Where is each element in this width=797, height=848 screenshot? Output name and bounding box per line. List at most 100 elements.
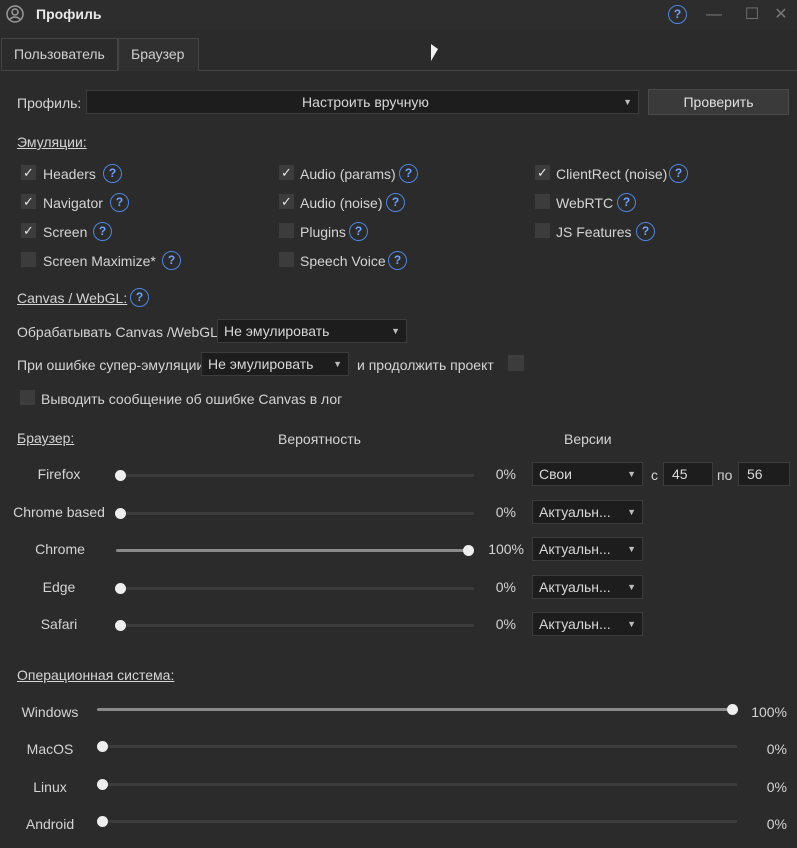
tab-user[interactable]: Пользователь xyxy=(1,38,118,71)
browser-version-value: Актуальн... xyxy=(539,541,611,557)
os-label: Linux xyxy=(33,779,67,795)
question-icon[interactable]: ? xyxy=(162,251,181,270)
continue-project-checkbox[interactable] xyxy=(507,354,525,372)
super-error-label: При ошибке супер-эмуляции xyxy=(17,357,205,373)
checkbox[interactable] xyxy=(20,251,37,268)
question-icon[interactable]: ? xyxy=(349,222,368,241)
browser-probability-slider[interactable] xyxy=(116,474,474,477)
browser-probability-slider[interactable] xyxy=(116,624,474,627)
super-error-select[interactable]: Не эмулировать ▼ xyxy=(201,352,349,376)
slider-handle[interactable] xyxy=(115,470,126,481)
chevron-down-icon: ▼ xyxy=(627,582,636,592)
slider-handle[interactable] xyxy=(97,779,108,790)
profile-select[interactable]: Настроить вручную ▼ xyxy=(86,90,639,114)
os-probability-slider[interactable] xyxy=(97,783,737,786)
os-probability-slider[interactable] xyxy=(97,745,737,748)
checkmark-icon: ✓ xyxy=(23,223,34,238)
emulation-screen-label: Screen xyxy=(43,224,88,240)
browser-version-value: Свои xyxy=(539,466,572,482)
browser-version-value: Актуальн... xyxy=(539,579,611,595)
profile-label: Профиль: xyxy=(17,95,82,111)
browser-label: Safari xyxy=(40,616,78,632)
emulation-js-features[interactable] xyxy=(534,222,551,239)
browser-probability-slider[interactable] xyxy=(116,512,474,515)
log-canvas-error-checkbox[interactable] xyxy=(19,389,36,406)
slider-handle[interactable] xyxy=(115,508,126,519)
checkbox[interactable] xyxy=(534,193,551,210)
question-icon[interactable]: ? xyxy=(636,222,655,241)
checkbox[interactable]: ✓ xyxy=(534,164,551,181)
os-percent: 0% xyxy=(766,816,787,832)
emulation-audio-noise[interactable]: ✓ xyxy=(278,193,295,210)
browser-probability-slider[interactable] xyxy=(116,587,474,590)
emulation-webrtc-label: WebRTC xyxy=(556,195,614,211)
slider-handle[interactable] xyxy=(97,816,108,827)
probability-header: Вероятность xyxy=(278,431,361,447)
chevron-down-icon: ▼ xyxy=(627,619,636,629)
checkbox[interactable] xyxy=(278,251,295,268)
browser-version-select[interactable]: Актуальн... ▼ xyxy=(532,612,643,636)
slider-handle[interactable] xyxy=(115,583,126,594)
version-to-input[interactable]: 56 xyxy=(738,462,790,486)
profile-select-value: Настроить вручную xyxy=(302,94,429,110)
browser-version-value: Актуальн... xyxy=(539,616,611,632)
browser-version-select[interactable]: Актуальн... ▼ xyxy=(532,500,643,524)
chevron-down-icon: ▼ xyxy=(333,359,342,369)
tab-browser[interactable]: Браузер xyxy=(118,38,199,71)
emulation-navigator[interactable]: ✓ xyxy=(20,193,37,210)
tab-panel xyxy=(1,70,797,848)
browser-version-select[interactable]: Актуальн... ▼ xyxy=(532,575,643,599)
slider-fill xyxy=(97,708,737,711)
browser-percent: 100% xyxy=(488,541,524,557)
browser-label: Chrome based xyxy=(13,504,105,520)
question-icon[interactable]: ? xyxy=(669,164,688,183)
question-icon[interactable]: ? xyxy=(386,193,405,212)
emulation-webrtc[interactable] xyxy=(534,193,551,210)
emulation-plugins[interactable] xyxy=(278,222,295,239)
slider-handle[interactable] xyxy=(97,741,108,752)
question-icon[interactable]: ? xyxy=(103,164,122,183)
slider-handle[interactable] xyxy=(727,704,738,715)
browser-version-select[interactable]: Свои ▼ xyxy=(532,462,643,486)
os-label: Windows xyxy=(21,704,79,720)
checkbox[interactable] xyxy=(534,222,551,239)
emulation-screen-maximize[interactable] xyxy=(20,251,37,268)
question-icon[interactable]: ? xyxy=(399,164,418,183)
question-icon[interactable]: ? xyxy=(617,193,636,212)
maximize-icon: ☐ xyxy=(744,6,760,23)
checkbox[interactable]: ✓ xyxy=(278,193,295,210)
minimize-button[interactable]: — xyxy=(703,4,725,26)
emulation-audio-params[interactable]: ✓ xyxy=(278,164,295,181)
version-from-input[interactable]: 45 xyxy=(663,462,713,486)
checkbox[interactable] xyxy=(278,222,295,239)
canvas-process-select[interactable]: Не эмулировать ▼ xyxy=(217,319,407,343)
checkbox[interactable]: ✓ xyxy=(20,164,37,181)
close-button[interactable]: ✕ xyxy=(770,4,792,26)
emulation-speech-voice[interactable] xyxy=(278,251,295,268)
os-probability-slider[interactable] xyxy=(97,820,737,823)
emulation-headers[interactable]: ✓ xyxy=(20,164,37,181)
continue-project-label: и продолжить проект xyxy=(357,357,494,373)
question-icon[interactable]: ? xyxy=(388,251,407,270)
os-percent: 0% xyxy=(766,741,787,757)
question-icon[interactable]: ? xyxy=(110,193,129,212)
question-icon[interactable]: ? xyxy=(130,288,149,307)
emulation-clientrect[interactable]: ✓ xyxy=(534,164,551,181)
browser-version-select[interactable]: Актуальн... ▼ xyxy=(532,537,643,561)
checkmark-icon: ✓ xyxy=(281,194,292,209)
emulation-screen[interactable]: ✓ xyxy=(20,222,37,239)
emulation-navigator-label: Navigator xyxy=(43,195,103,211)
slider-handle[interactable] xyxy=(463,545,474,556)
emulation-audio-noise-label: Audio (noise) xyxy=(300,195,383,211)
browser-percent: 0% xyxy=(495,466,516,482)
checkbox[interactable]: ✓ xyxy=(20,222,37,239)
maximize-button[interactable]: ☐ xyxy=(741,4,763,26)
canvas-process-label: Обрабатывать Canvas /WebGL xyxy=(17,324,218,340)
os-label: MacOS xyxy=(26,741,74,757)
checkbox[interactable]: ✓ xyxy=(20,193,37,210)
slider-handle[interactable] xyxy=(115,620,126,631)
question-icon[interactable]: ? xyxy=(93,222,112,241)
checkbox[interactable]: ✓ xyxy=(278,164,295,181)
check-button[interactable]: Проверить xyxy=(648,89,789,115)
help-button[interactable]: ? xyxy=(667,4,689,26)
